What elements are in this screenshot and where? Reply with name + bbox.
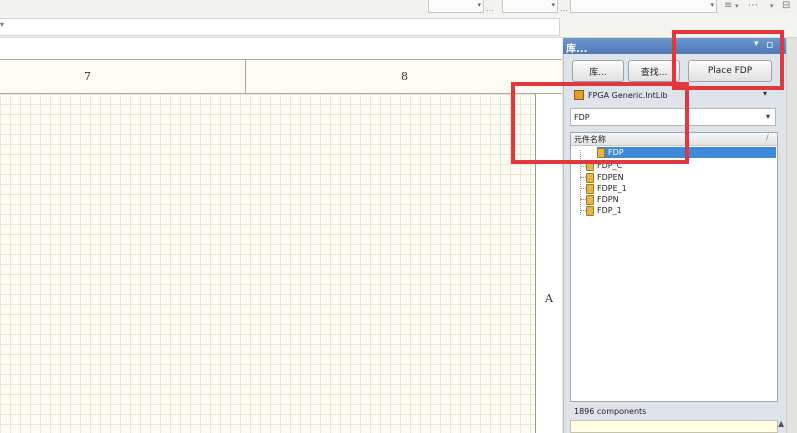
chevron-down-icon[interactable]: ▾ [735,2,739,10]
distribute-icon[interactable]: ⋯ [748,0,758,11]
ruler-number-7: 7 [84,70,91,83]
chevron-down-icon[interactable]: ▾ [0,20,4,29]
component-icon [586,194,594,205]
more-icon[interactable]: … [560,4,568,13]
schematic-grid[interactable] [0,94,536,433]
component-name: FDPN [597,195,619,204]
component-preview [570,420,778,433]
right-panel-strip[interactable] [786,38,797,433]
list-item[interactable]: FDPEN [586,172,776,183]
align-icon[interactable]: ≡ [724,0,732,11]
component-name: FDPEN [597,173,624,182]
libraries-button[interactable]: 库... [572,60,624,82]
component-name: FDPE_1 [597,184,627,193]
panel-title: 库... [566,44,588,55]
more-icon[interactable]: … [486,4,494,13]
list-item[interactable]: FDPE_1 [586,183,776,194]
document-path-field[interactable] [0,18,560,36]
chevron-down-icon[interactable]: ▾ [770,2,774,10]
highlight-box-place-button [672,30,784,90]
chevron-down-icon[interactable]: ▾ [766,112,770,121]
toolbar-combo-2[interactable]: ▾ [502,0,558,13]
chevron-down-icon[interactable]: ▾ [763,89,767,98]
component-icon [586,183,594,194]
zone-label: A [545,292,553,305]
scroll-up-icon[interactable]: ▲ [778,419,784,428]
list-item[interactable]: FDP_1 [586,205,776,216]
component-icon [586,205,594,216]
toolbar-combo-1[interactable]: ▾ [428,0,484,13]
ruler-number-8: 8 [401,70,408,83]
toolbar-combo-3[interactable]: ▾ [570,0,717,13]
component-name: FDP_1 [597,206,622,215]
sort-icon[interactable]: / [766,133,769,142]
grid-icon[interactable]: ⊟ [782,0,790,11]
component-icon [586,172,594,183]
ruler-divider [245,59,246,94]
component-count-status: 1896 components [574,406,647,416]
highlight-box-selected-component [511,82,689,164]
list-item[interactable]: FDPN [586,194,776,205]
